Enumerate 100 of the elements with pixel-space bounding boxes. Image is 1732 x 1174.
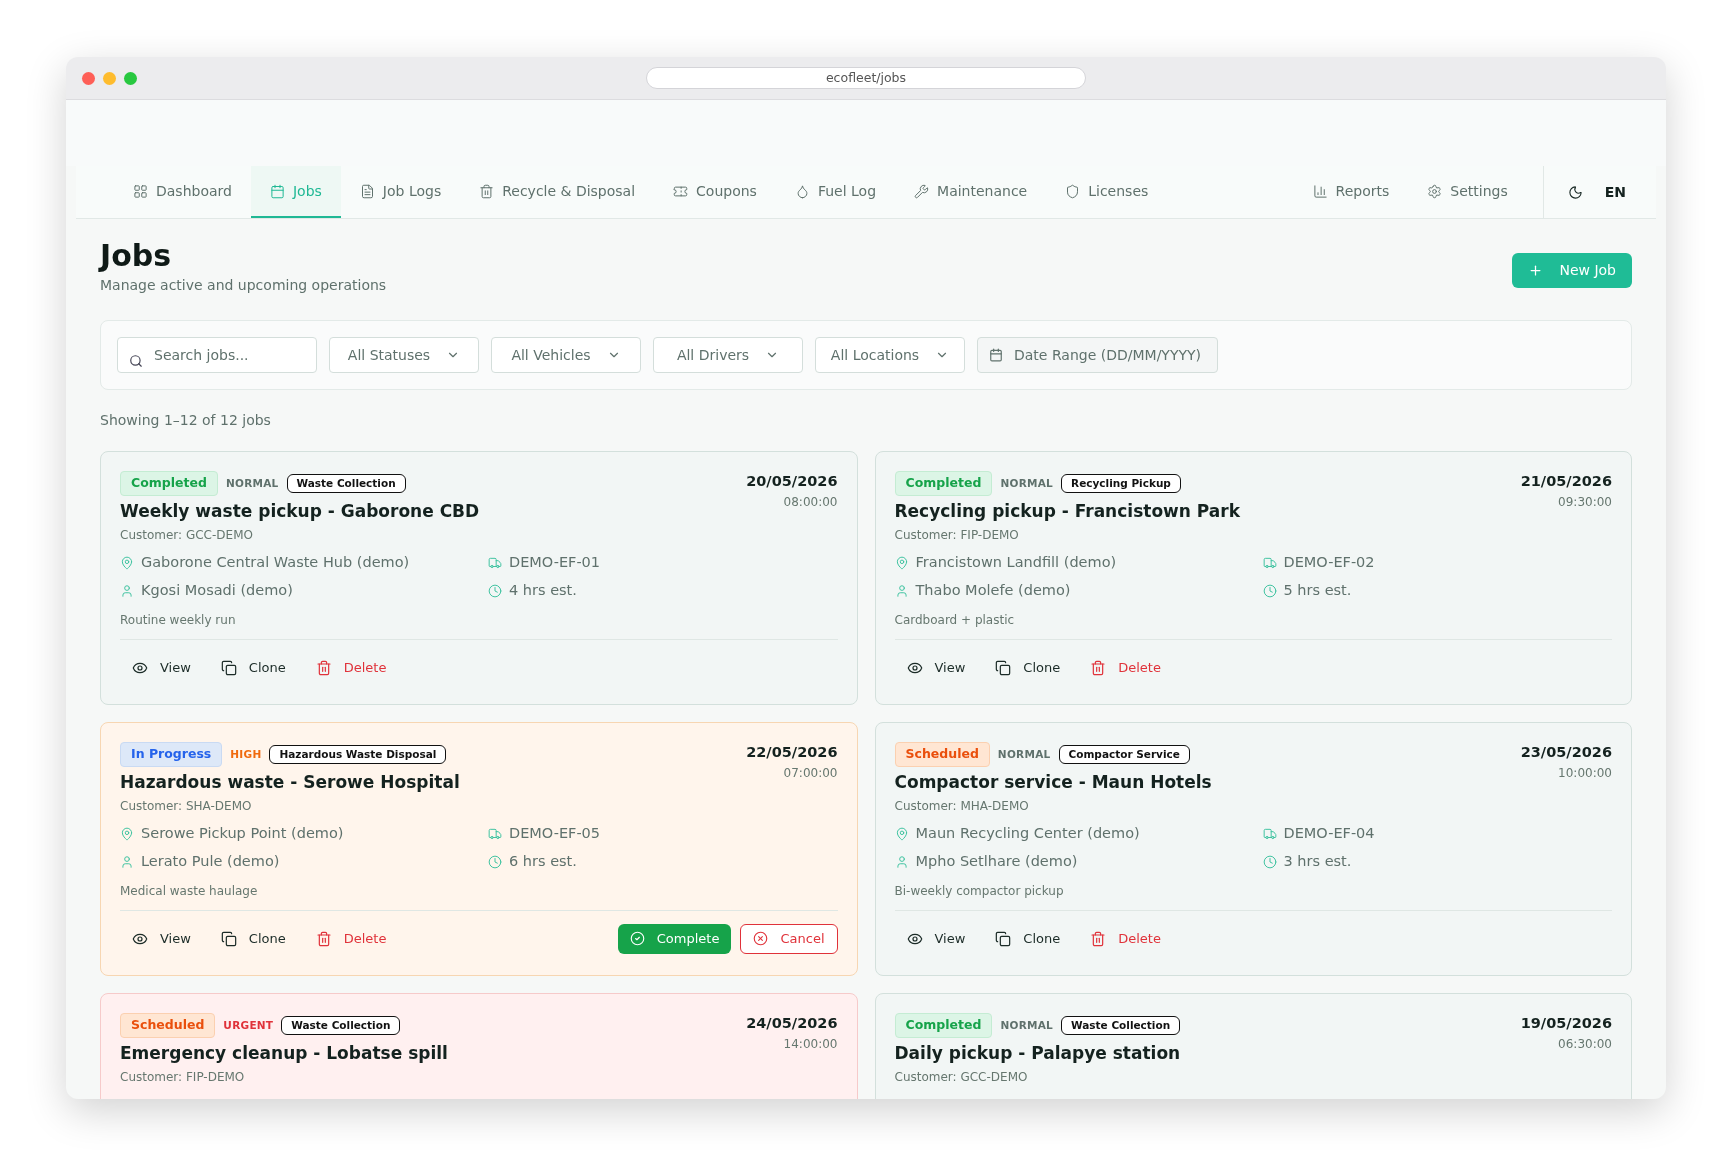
language-switch[interactable]: EN — [1604, 181, 1626, 203]
page-title: Jobs — [100, 237, 173, 275]
truck-icon — [488, 556, 502, 571]
status-badge: Completed — [120, 471, 218, 496]
vehicle-text: DEMO-EF-01 — [509, 553, 601, 573]
nav-tab[interactable]: Maintenance — [895, 166, 1047, 218]
map-pin-icon — [120, 556, 134, 571]
card-action-button[interactable]: View — [120, 651, 203, 684]
status-badge: Scheduled — [894, 742, 990, 767]
customer-code: Customer: SHA-DEMO — [120, 798, 253, 816]
priority-label: NORMAL — [225, 475, 279, 491]
page-subtitle: Manage active and upcoming operations — [100, 276, 387, 295]
card-action-button[interactable]: View — [894, 922, 978, 955]
card-action-button[interactable]: Delete — [1078, 922, 1173, 955]
nav-tab[interactable]: Dashboard — [114, 166, 251, 218]
driver-text: Thabo Molefe (demo) — [915, 581, 1071, 600]
filter-dropdown[interactable]: All Drivers — [653, 337, 803, 373]
card-action-button[interactable]: Delete — [1078, 651, 1173, 684]
copy-icon — [220, 930, 237, 947]
job-type-tag: Waste Collection — [1061, 1015, 1181, 1036]
priority-label: URGENT — [223, 1017, 274, 1033]
check-circle-icon — [629, 931, 645, 946]
cancel-button[interactable]: Cancel — [740, 923, 838, 954]
moon-icon[interactable] — [1567, 184, 1583, 200]
document-icon — [359, 183, 375, 199]
plus-icon — [1528, 263, 1544, 278]
map-pin-icon — [894, 827, 909, 842]
job-date: 19/05/2026 — [1520, 1014, 1612, 1033]
vehicle-text: DEMO-EF-02 — [1283, 553, 1375, 573]
duration-text: 4 hrs est. — [509, 581, 577, 600]
nav-tab[interactable]: Coupons — [654, 166, 776, 218]
complete-button[interactable]: Complete — [617, 923, 732, 954]
location-text: Gaborone Central Waste Hub (demo) — [141, 553, 410, 573]
clock-icon — [488, 583, 502, 598]
card-action-button[interactable]: View — [120, 922, 203, 955]
nav-tab[interactable]: Fuel Log — [775, 166, 896, 218]
job-time: 08:00:00 — [783, 493, 838, 511]
grid-icon — [133, 183, 148, 199]
nav-tab[interactable]: Reports — [1293, 166, 1409, 218]
driver-text: Mpho Setlhare (demo) — [915, 852, 1078, 871]
card-action-button[interactable]: Delete — [303, 922, 399, 955]
vehicle-text: DEMO-EF-04 — [1283, 824, 1375, 844]
nav-tab[interactable]: Job Logs — [340, 166, 461, 218]
job-time: 14:00:00 — [783, 1035, 838, 1053]
job-type-tag: Compactor Service — [1058, 744, 1190, 765]
nav-tab[interactable]: Recycle & Disposal — [460, 166, 655, 218]
card-action-button[interactable]: Clone — [983, 922, 1073, 955]
card-action-button[interactable]: Clone — [208, 651, 298, 684]
card-action-button[interactable]: Clone — [983, 651, 1073, 684]
date-range-field[interactable]: Date Range (DD/MM/YYYY) — [977, 337, 1218, 373]
person-icon — [120, 854, 134, 869]
job-title: Emergency cleanup - Lobatse spill — [120, 1041, 448, 1065]
job-title: Weekly waste pickup - Gaborone CBD — [120, 499, 480, 523]
clock-icon — [1262, 583, 1277, 598]
driver-text: Kgosi Mosadi (demo) — [141, 581, 293, 600]
status-badge: Scheduled — [120, 1013, 216, 1038]
address-bar[interactable]: ecofleet/jobs — [646, 67, 1086, 89]
filter-dropdown[interactable]: All Statuses — [329, 337, 479, 373]
job-note: Cardboard + plastic — [894, 611, 1016, 629]
job-date: 24/05/2026 — [746, 1014, 838, 1033]
job-type-tag: Waste Collection — [281, 1015, 401, 1036]
job-title: Hazardous waste - Serowe Hospital — [120, 770, 460, 794]
card-action-button[interactable]: Clone — [208, 922, 298, 955]
nav-tab[interactable]: Licenses — [1046, 166, 1168, 218]
status-badge: Completed — [894, 471, 993, 496]
nav-tab[interactable]: Settings — [1408, 166, 1527, 218]
status-badge: In Progress — [120, 742, 223, 767]
search-icon — [129, 354, 143, 368]
person-icon — [894, 583, 909, 598]
status-badge: Completed — [894, 1013, 993, 1038]
card-action-button[interactable]: View — [894, 651, 978, 684]
bar-chart-icon — [1312, 183, 1328, 199]
droplet-icon — [794, 183, 810, 199]
person-icon — [894, 854, 909, 869]
calendar-icon — [989, 348, 1003, 362]
job-date: 21/05/2026 — [1520, 472, 1612, 491]
duration-text: 3 hrs est. — [1283, 852, 1352, 871]
location-text: Maun Recycling Center (demo) — [915, 824, 1140, 844]
duration-text: 5 hrs est. — [1283, 581, 1352, 600]
job-note: Medical waste haulage — [120, 882, 259, 900]
vehicle-text: DEMO-EF-05 — [509, 824, 601, 844]
job-title: Compactor service - Maun Hotels — [894, 770, 1212, 794]
trash-icon — [315, 930, 332, 947]
map-pin-icon — [120, 827, 134, 842]
job-type-tag: Waste Collection — [286, 473, 406, 494]
card-action-button[interactable]: Delete — [303, 651, 399, 684]
location-text: Serowe Pickup Point (demo) — [141, 824, 344, 844]
filter-dropdown[interactable]: All Locations — [815, 337, 965, 373]
customer-code: Customer: FIP-DEMO — [120, 1069, 246, 1087]
job-date: 22/05/2026 — [746, 743, 838, 762]
ticket-icon — [673, 183, 689, 199]
job-title: Recycling pickup - Francistown Park — [894, 499, 1240, 523]
search-field[interactable]: Search jobs... — [117, 337, 317, 373]
filter-dropdown[interactable]: All Vehicles — [491, 337, 641, 373]
shield-icon — [1065, 183, 1081, 199]
job-time: 07:00:00 — [783, 764, 838, 782]
map-pin-icon — [894, 556, 909, 571]
truck-icon — [488, 827, 502, 842]
trash-icon — [1090, 930, 1107, 947]
trash-icon — [315, 659, 332, 676]
